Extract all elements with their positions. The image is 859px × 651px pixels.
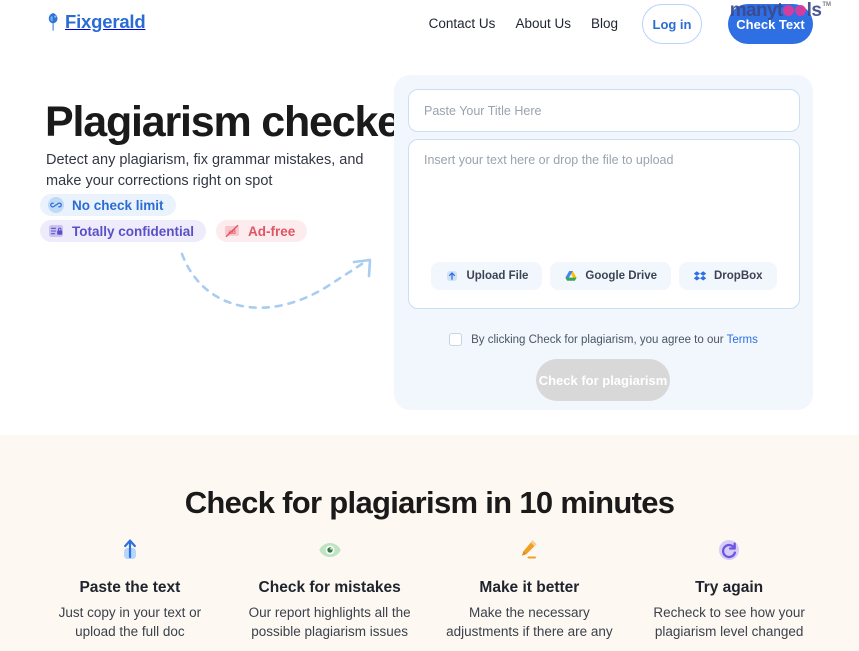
refresh-icon [714, 535, 744, 565]
feature-desc: Just copy in your text or upload the ful… [58, 605, 202, 639]
brand-logo[interactable]: Fixgerald [45, 11, 146, 32]
google-drive-label: Google Drive [585, 270, 657, 282]
pill-label: Ad-free [248, 223, 296, 239]
dropbox-icon [693, 269, 707, 283]
pill-label: No check limit [72, 197, 164, 213]
terms-checkbox[interactable] [449, 333, 463, 346]
terms-text-body: By clicking Check for plagiarism, you ag… [471, 333, 727, 346]
eye-icon [315, 535, 345, 565]
nav-contact-us[interactable]: Contact Us [429, 16, 496, 32]
upload-file-button[interactable]: Upload File [431, 262, 543, 290]
feature-item-paste-the-text: Paste the text Just copy in your text or… [30, 535, 230, 641]
feature-desc: Recheck to see how your plagiarism level… [653, 605, 805, 639]
feather-bird-icon [45, 12, 61, 32]
check-text-button[interactable]: Check Text [728, 4, 813, 44]
pill-ad-free: ad Ad-free [216, 220, 308, 242]
pill-totally-confidential: Totally confidential [40, 220, 207, 242]
feature-desc: Make the necessary adjustments if there … [446, 605, 613, 639]
upload-arrow-icon [445, 269, 459, 283]
page-subtitle: Detect any plagiarism, fix grammar mista… [46, 152, 364, 189]
dashed-curved-arrow-icon [178, 250, 378, 335]
plagiarism-checker-card: Paste Your Title Here Insert your text h… [394, 75, 813, 410]
watermark-tm: TM [822, 2, 831, 8]
login-button[interactable]: Log in [642, 4, 702, 44]
check-for-plagiarism-button[interactable]: Check for plagiarism [536, 359, 670, 401]
page-root: Fixgerald Contact Us About Us Blog Log i… [0, 0, 859, 651]
feature-item-check-for-mistakes: Check for mistakes Our report highlights… [230, 535, 430, 641]
features-heading: Check for plagiarism in 10 minutes [184, 485, 675, 520]
terms-text: By clicking Check for plagiarism, you ag… [471, 334, 758, 346]
pill-label: Totally confidential [72, 223, 195, 239]
pill-no-check-limit: No check limit [40, 194, 176, 216]
page-title: Plagiarism checker [45, 98, 417, 146]
lock-document-icon [48, 223, 64, 239]
brand-name: Fixgerald [65, 11, 146, 32]
upload-source-row: Upload File Google Drive DropBox [409, 262, 799, 290]
feature-title: Try again [695, 579, 764, 596]
google-drive-button[interactable]: Google Drive [550, 262, 671, 290]
feature-pill-row-1: No check limit [40, 194, 176, 218]
dropbox-label: DropBox [714, 270, 763, 282]
google-drive-icon [564, 269, 578, 283]
site-header: Fixgerald Contact Us About Us Blog Log i… [0, 0, 859, 56]
feature-title: Make it better [479, 579, 580, 596]
nav-blog[interactable]: Blog [591, 16, 618, 32]
feature-title: Paste the text [79, 579, 181, 596]
text-input-placeholder: Insert your text here or drop the file t… [424, 153, 674, 167]
terms-link[interactable]: Terms [727, 334, 758, 346]
feature-title: Check for mistakes [258, 579, 401, 596]
title-input-placeholder: Paste Your Title Here [424, 103, 542, 118]
title-input-wrapper[interactable]: Paste Your Title Here [408, 89, 800, 132]
dropbox-button[interactable]: DropBox [679, 262, 777, 290]
terms-agreement-row: By clicking Check for plagiarism, you ag… [394, 333, 813, 346]
upload-arrow-icon [115, 535, 145, 565]
infinity-icon [48, 197, 64, 213]
header-nav: Contact Us About Us Blog Log in Check Te… [429, 0, 813, 48]
nav-about-us[interactable]: About Us [515, 16, 571, 32]
no-ads-icon: ad [224, 223, 240, 239]
feature-item-make-it-better: Make it better Make the necessary adjust… [430, 535, 630, 641]
pencil-icon [514, 535, 544, 565]
features-columns: Paste the text Just copy in your text or… [30, 535, 829, 641]
features-section: Check for plagiarism in 10 minutes Paste… [0, 435, 859, 651]
feature-desc: Our report highlights all the possible p… [248, 605, 411, 639]
feature-pill-row-2: Totally confidential ad Ad-free [40, 220, 308, 242]
feature-item-try-again: Try again Recheck to see how your plagia… [629, 535, 829, 641]
text-input-wrapper[interactable]: Insert your text here or drop the file t… [408, 139, 800, 309]
upload-file-label: Upload File [466, 270, 529, 282]
